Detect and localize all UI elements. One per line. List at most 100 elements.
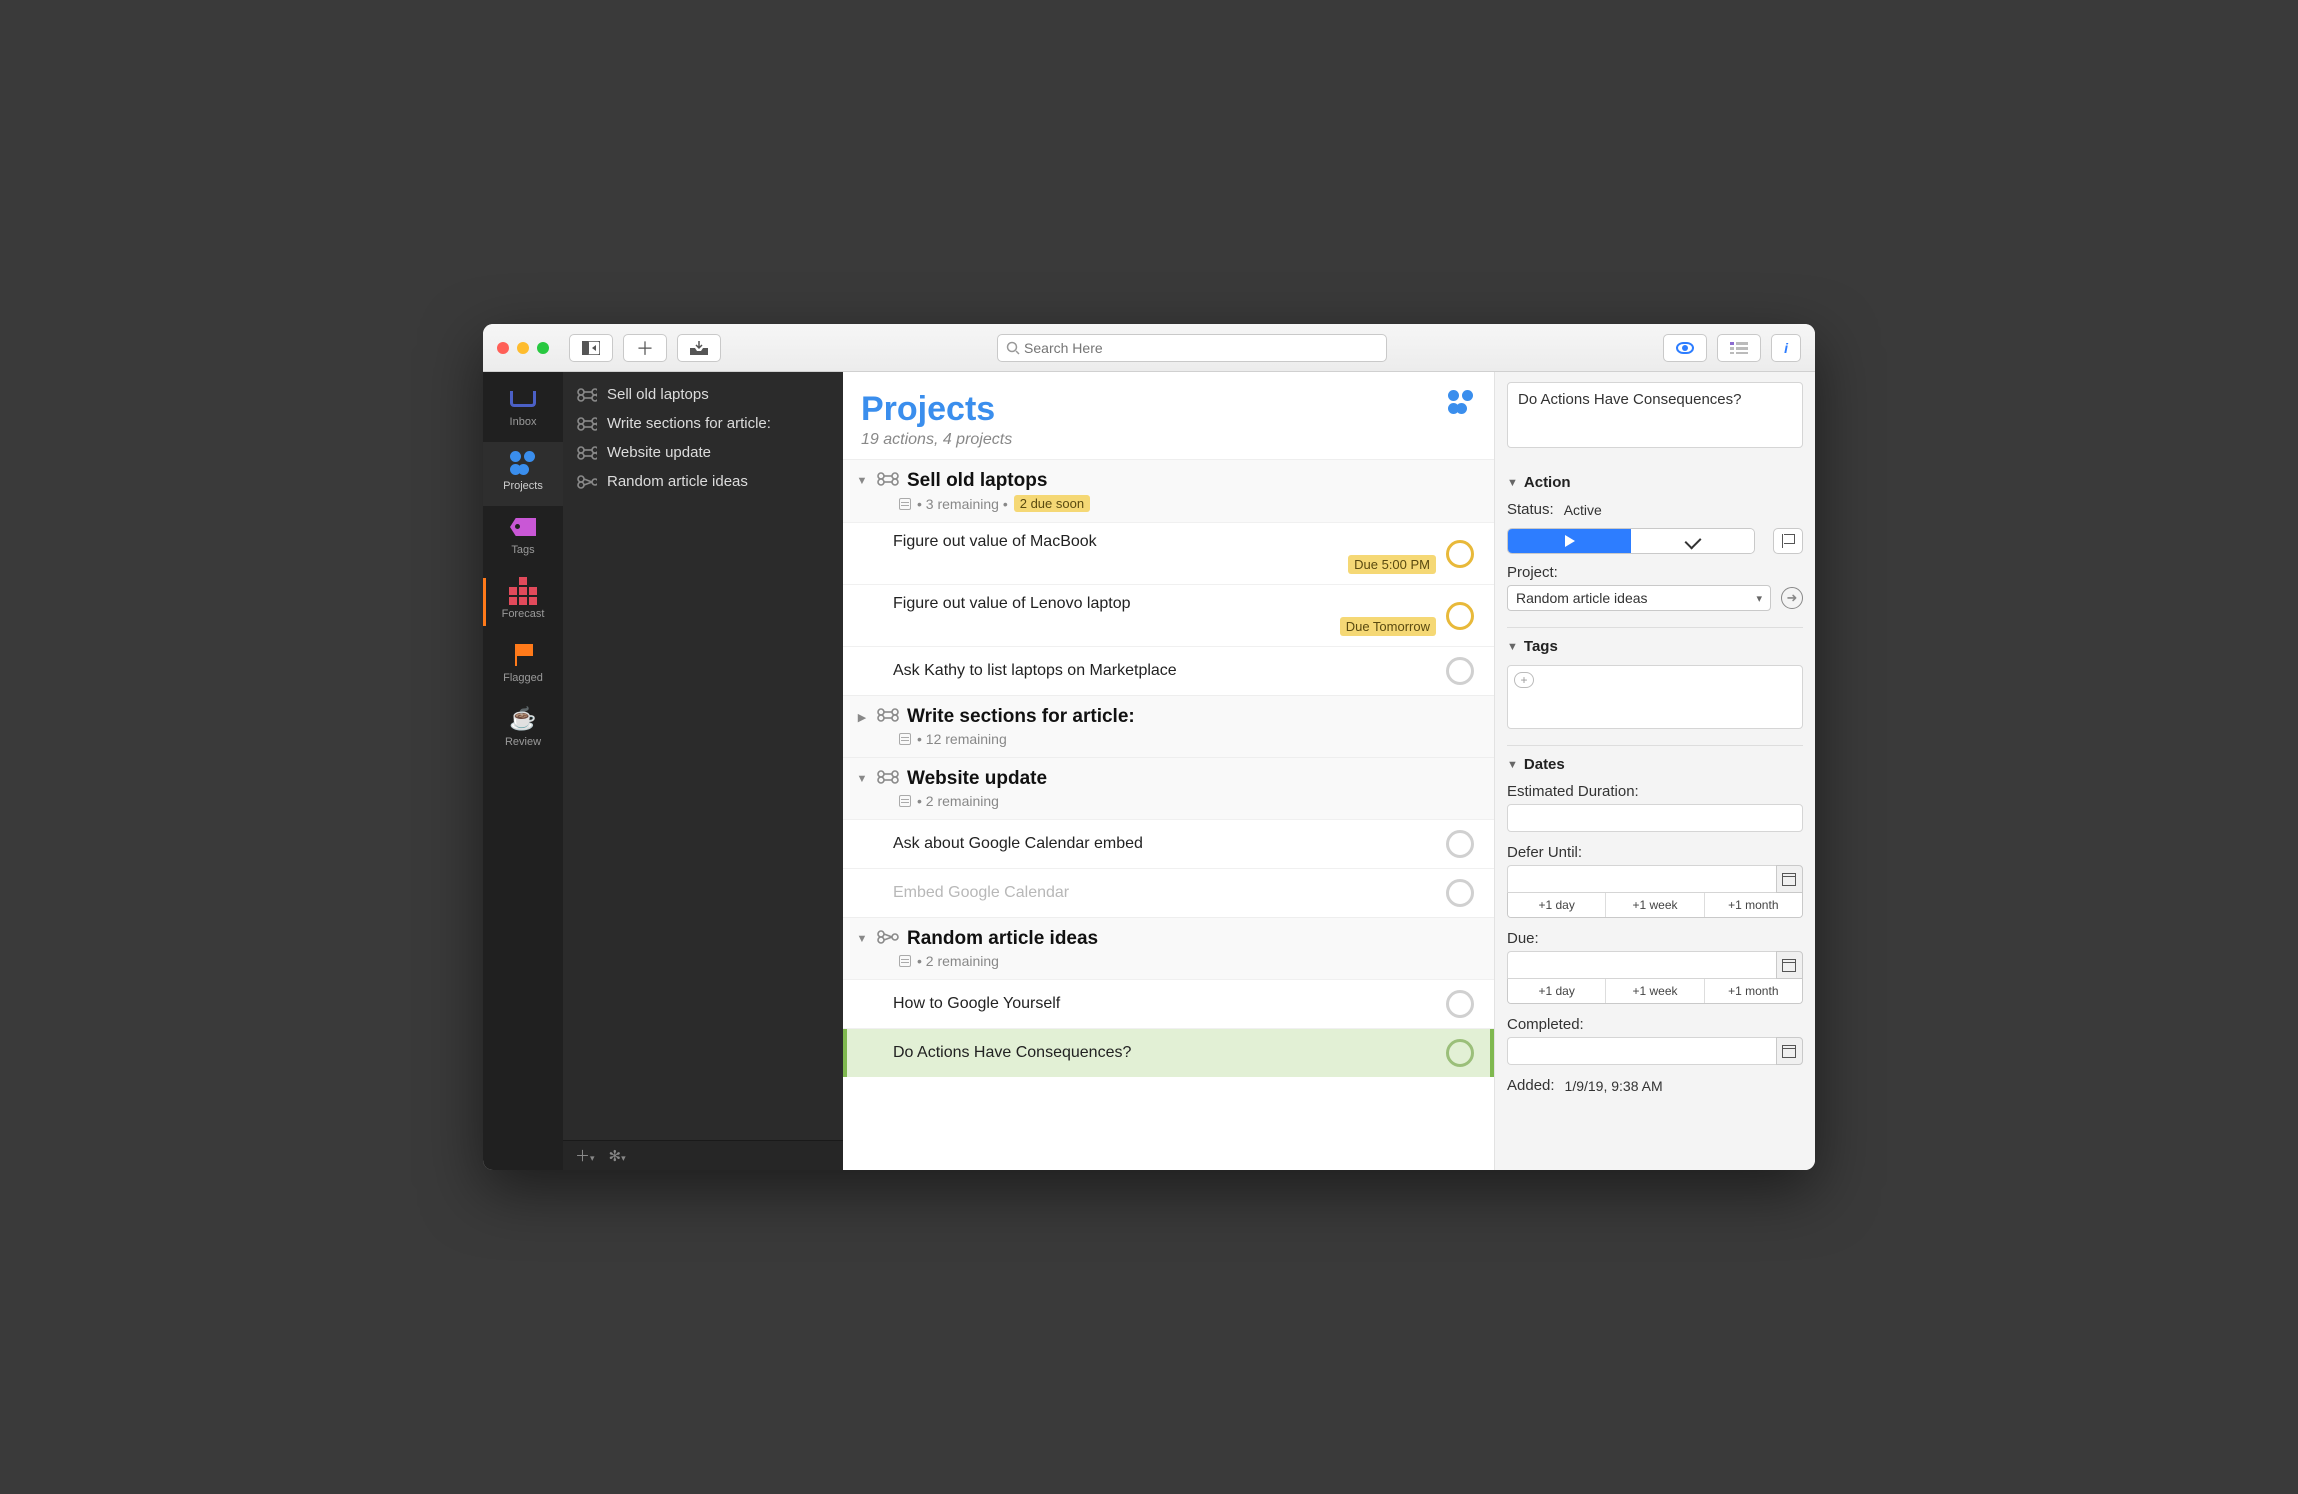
task-row[interactable]: Figure out value of Lenovo laptop Due To… <box>843 584 1494 646</box>
project-list-panel: Sell old laptopsWrite sections for artic… <box>563 372 843 1170</box>
task-status-circle[interactable] <box>1446 879 1474 907</box>
task-row[interactable]: Embed Google Calendar <box>843 868 1494 917</box>
status-segmented-control <box>1507 528 1755 554</box>
project-select[interactable]: Random article ideas ▾ <box>1507 585 1771 611</box>
rail-projects[interactable]: Projects <box>483 442 563 506</box>
project-section: ▼ Random article ideas • 2 remaining <box>843 917 1494 979</box>
task-status-circle[interactable] <box>1446 830 1474 858</box>
inspector-action-header[interactable]: ▼ Action <box>1507 464 1803 491</box>
task-title: Do Actions Have Consequences? <box>893 1044 1446 1062</box>
task-status-circle[interactable] <box>1446 990 1474 1018</box>
status-active-button[interactable] <box>1508 529 1631 553</box>
check-icon <box>1684 533 1701 550</box>
inspector-title-input[interactable]: Do Actions Have Consequences? <box>1507 382 1803 448</box>
new-item-button[interactable]: ＋ <box>623 334 667 362</box>
calendar-icon <box>1782 959 1796 972</box>
go-to-project-button[interactable]: ➜ <box>1781 587 1803 609</box>
project-title[interactable]: Random article ideas <box>907 928 1098 950</box>
note-icon <box>899 498 911 510</box>
disclosure-toggle[interactable]: ▼ <box>855 773 869 785</box>
project-section: ▶ Write sections for article: • 12 remai… <box>843 695 1494 757</box>
due-plus-1month[interactable]: +1 month <box>1704 979 1802 1003</box>
rail-inbox[interactable]: Inbox <box>483 378 563 442</box>
defer-calendar-button[interactable] <box>1776 865 1803 893</box>
task-row[interactable]: Do Actions Have Consequences? <box>843 1028 1494 1077</box>
rail-tags[interactable]: Tags <box>483 506 563 570</box>
add-button[interactable]: ＋▾ <box>575 1145 595 1166</box>
task-row[interactable]: Ask about Google Calendar embed <box>843 819 1494 868</box>
task-title: Ask Kathy to list laptops on Marketplace <box>893 662 1446 680</box>
defer-plus-1week[interactable]: +1 week <box>1605 893 1703 917</box>
disclosure-toggle[interactable]: ▶ <box>855 711 869 724</box>
disclosure-toggle[interactable]: ▼ <box>855 933 869 945</box>
flag-icon <box>513 644 533 666</box>
rail-label: Flagged <box>503 672 543 684</box>
project-title[interactable]: Write sections for article: <box>907 706 1135 728</box>
task-row[interactable]: Ask Kathy to list laptops on Marketplace <box>843 646 1494 695</box>
task-status-circle[interactable] <box>1446 540 1474 568</box>
disclosure-toggle[interactable]: ▼ <box>855 475 869 487</box>
quick-entry-button[interactable] <box>677 334 721 362</box>
window-zoom[interactable] <box>537 342 549 354</box>
disclosure-icon: ▼ <box>1507 477 1518 489</box>
completed-calendar-button[interactable] <box>1776 1037 1803 1065</box>
sidebar-project-item[interactable]: Sell old laptops <box>563 380 843 409</box>
rail-label: Projects <box>503 480 543 492</box>
sidebar-project-item[interactable]: Write sections for article: <box>563 409 843 438</box>
layout-button[interactable] <box>1717 334 1761 362</box>
project-title[interactable]: Website update <box>907 768 1047 790</box>
completed-date-input[interactable] <box>1507 1037 1776 1065</box>
outline-content: ▼ Sell old laptops • 3 remaining • 2 due… <box>843 459 1494 1077</box>
note-icon <box>899 955 911 967</box>
window-close[interactable] <box>497 342 509 354</box>
estimated-duration-input[interactable] <box>1507 804 1803 832</box>
disclosure-icon: ▼ <box>1507 641 1518 653</box>
task-row[interactable]: Figure out value of MacBook Due 5:00 PM <box>843 522 1494 584</box>
project-title[interactable]: Sell old laptops <box>907 470 1047 492</box>
tags-field[interactable]: + <box>1507 665 1803 729</box>
play-icon <box>1565 535 1575 547</box>
app-window: ＋ i Inbox Projects <box>483 324 1815 1170</box>
panel-footer: ＋▾ ✻▾ <box>563 1140 843 1170</box>
inspector-dates-header[interactable]: ▼ Dates <box>1507 745 1803 773</box>
rail-forecast[interactable]: Forecast <box>483 570 563 634</box>
due-plus-1week[interactable]: +1 week <box>1605 979 1703 1003</box>
rail-review[interactable]: ☕ Review <box>483 698 563 762</box>
task-title: Figure out value of MacBook <box>893 533 1436 551</box>
sidebar-toggle-icon <box>582 341 600 355</box>
defer-date-input[interactable] <box>1507 865 1776 893</box>
defer-plus-1day[interactable]: +1 day <box>1508 893 1605 917</box>
project-type-icon <box>577 388 597 402</box>
perspective-rail: Inbox Projects Tags Forecast Flagged ☕ R… <box>483 372 563 1170</box>
window-minimize[interactable] <box>517 342 529 354</box>
add-tag-button[interactable]: + <box>1514 672 1534 688</box>
defer-label: Defer Until: <box>1507 844 1803 861</box>
inspector-tags-header[interactable]: ▼ Tags <box>1507 627 1803 655</box>
sidebar-project-item[interactable]: Random article ideas <box>563 467 843 496</box>
view-options-button[interactable] <box>1663 334 1707 362</box>
app-body: Inbox Projects Tags Forecast Flagged ☕ R… <box>483 372 1815 1170</box>
toggle-sidebar-button[interactable] <box>569 334 613 362</box>
due-plus-1day[interactable]: +1 day <box>1508 979 1605 1003</box>
tag-icon <box>510 518 536 536</box>
task-status-circle[interactable] <box>1446 1039 1474 1067</box>
due-date-input[interactable] <box>1507 951 1776 979</box>
status-completed-button[interactable] <box>1631 529 1754 553</box>
project-type-icon <box>877 770 899 789</box>
due-calendar-button[interactable] <box>1776 951 1803 979</box>
defer-plus-1month[interactable]: +1 month <box>1704 893 1802 917</box>
rail-flagged[interactable]: Flagged <box>483 634 563 698</box>
flag-button[interactable] <box>1773 528 1803 554</box>
project-meta: • 2 remaining <box>899 953 1474 969</box>
search-field[interactable] <box>997 334 1387 362</box>
status-value: Active <box>1564 502 1602 518</box>
inspector-toggle-button[interactable]: i <box>1771 334 1801 362</box>
task-row[interactable]: How to Google Yourself <box>843 979 1494 1028</box>
search-input[interactable] <box>1024 340 1378 356</box>
task-status-circle[interactable] <box>1446 657 1474 685</box>
sidebar-project-item[interactable]: Website update <box>563 438 843 467</box>
calendar-icon <box>1782 1045 1796 1058</box>
settings-button[interactable]: ✻▾ <box>609 1147 626 1165</box>
task-status-circle[interactable] <box>1446 602 1474 630</box>
due-label: Due: <box>1507 930 1803 947</box>
